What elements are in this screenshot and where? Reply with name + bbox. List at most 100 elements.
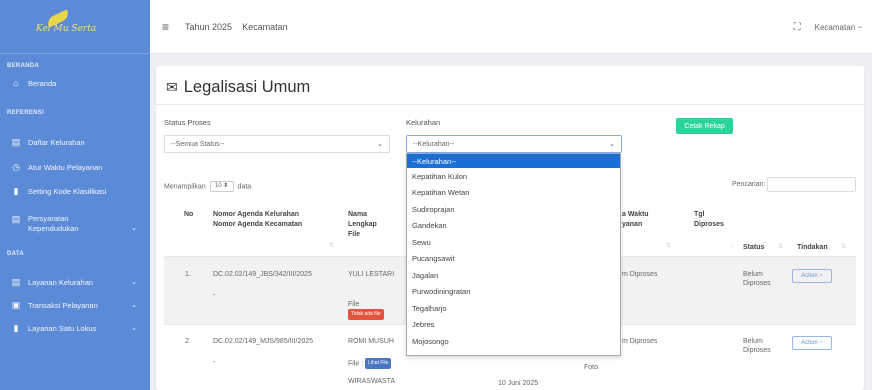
entries-select[interactable]: 10 ⬍	[209, 181, 234, 192]
search-input[interactable]	[767, 177, 856, 192]
view-file-badge[interactable]: Lihat File	[365, 358, 392, 369]
header-status[interactable]: Status	[743, 243, 764, 252]
area-label: Kecamatan	[242, 21, 288, 32]
logo-text: Kel Mu Serta	[36, 23, 97, 34]
sidebar-item-label: Atur Waktu Pelayanan	[28, 162, 103, 172]
sidebar-item-layanan-kelurahan[interactable]: ▤ Layanan Kelurahan ⌄	[0, 272, 150, 292]
list-icon: ▤	[11, 136, 21, 147]
logo-image: Kel Mu Serta	[32, 8, 118, 40]
action-button[interactable]: Action ~	[792, 269, 832, 283]
sort-icon[interactable]: ⇅	[329, 242, 334, 249]
dropdown-option[interactable]: Kepatihan Kulon	[407, 168, 620, 185]
header-no[interactable]: No	[184, 210, 193, 219]
sidebar-item-setting-kode[interactable]: ▮ Setting Kode Klasifikasi	[0, 181, 150, 201]
sidebar-item-atur-waktu[interactable]: ◷ Atur Waktu Pelayanan	[0, 157, 150, 177]
header-agenda-kec: Nomor Agenda Kecamatan	[213, 221, 303, 228]
header-lengkap: Lengkap	[348, 221, 377, 228]
header-nama[interactable]: Nama	[348, 210, 367, 219]
chevron-down-icon: ⌄	[377, 141, 383, 148]
chevron-down-icon: ⌄	[131, 279, 137, 286]
show-suffix: data	[237, 183, 252, 191]
chevron-down-icon: ⌄	[131, 225, 137, 232]
row-waktu: m Diproses	[622, 271, 658, 278]
row-file-label: File :	[348, 360, 364, 368]
envelope-icon: ✉	[166, 79, 178, 95]
dropdown-option[interactable]: Pucangsawit	[407, 251, 620, 268]
file-icon: ▮	[13, 185, 19, 196]
fullscreen-icon[interactable]: ⛶	[794, 22, 801, 33]
sort-icon[interactable]: ⇅	[778, 243, 783, 250]
section-referensi: REFERENSI	[7, 110, 45, 116]
sidebar-item-label: Transaksi Pelayanan	[28, 300, 98, 310]
user-menu[interactable]: Kecamatan ~	[815, 23, 862, 32]
sidebar-item-daftar-kelurahan[interactable]: ▤ Daftar Kelurahan	[0, 132, 150, 152]
chevron-down-icon: ⌄	[609, 141, 615, 148]
row-waktu: m Diproses	[622, 338, 658, 345]
row-no: 1.	[185, 271, 191, 278]
page-title: ✉ Legalisasi Umum	[166, 78, 310, 97]
row-pekerjaan: WIRASWASTA	[348, 378, 396, 385]
home-icon: ⌂	[13, 78, 19, 88]
status-select[interactable]: --Semua Status-- ⌄	[164, 135, 390, 153]
list-icon: ▤	[11, 214, 21, 224]
dropdown-option[interactable]: Sewu	[407, 234, 620, 251]
row-status-1: Belum	[743, 338, 763, 345]
dropdown-option[interactable]: Gandekan	[407, 218, 620, 235]
sidebar-item-beranda[interactable]: ⌂ Beranda	[0, 73, 150, 93]
menu-icon[interactable]: ≡	[162, 20, 169, 34]
kelurahan-label: Kelurahan	[406, 118, 441, 127]
dropdown-option[interactable]: Mojosongo	[407, 333, 620, 350]
header-tindakan[interactable]: Tindakan	[797, 243, 828, 252]
header-diproses: Diproses	[694, 221, 724, 228]
topbar: ≡ Tahun 2025 Kecamatan ⛶ Kecamatan ~	[150, 0, 872, 54]
kelurahan-dropdown-list[interactable]: --Kelurahan-- Kepatihan Kulon Kepatihan …	[406, 153, 621, 356]
sort-icon[interactable]: ⇅	[841, 243, 846, 250]
page-title-text: Legalisasi Umum	[183, 78, 311, 96]
header-agenda-kel[interactable]: Nomor Agenda Kelurahan	[213, 210, 299, 219]
sidebar-item-label: Layanan Kelurahan	[28, 277, 94, 287]
sort-icon[interactable]: ⇅	[666, 242, 671, 249]
sidebar-item-transaksi[interactable]: ▣ Transaksi Pelayanan ⌄	[0, 295, 150, 315]
show-entries: Menampilkan 10 ⬍ data	[164, 181, 251, 192]
logo[interactable]: Kel Mu Serta	[0, 0, 150, 54]
topbar-right: ⛶ Kecamatan ~	[794, 0, 862, 54]
sort-icon[interactable]: ↓	[731, 243, 734, 249]
row-tanggal: 10 Juni 2025	[498, 380, 539, 387]
row-nama: ROMI MUSUH	[348, 338, 394, 345]
sidebar-item-label: Persyaratan Kependudukan	[28, 214, 79, 233]
action-button[interactable]: Action ~	[792, 336, 832, 350]
status-select-value: --Semua Status--	[171, 140, 225, 148]
dropdown-option[interactable]: Jebres	[407, 317, 620, 334]
year-label: Tahun 2025	[185, 21, 233, 32]
dropdown-option[interactable]: Jagalan	[407, 267, 620, 284]
status-label: Status Proses	[164, 118, 211, 127]
book-icon: ▮	[13, 322, 19, 333]
card-icon: ▣	[11, 299, 21, 310]
row-nama: YULI LESTARI	[348, 271, 395, 278]
entries-value: 10	[214, 183, 222, 189]
row-file: Tidak ada file	[348, 309, 384, 320]
row-no: 2.	[185, 338, 191, 345]
sidebar: Kel Mu Serta BERANDA ⌂ Beranda REFERENSI…	[0, 0, 150, 390]
sidebar-item-label: Layanan Satu Lokus	[28, 323, 97, 333]
header-file: File	[348, 231, 361, 238]
search-label: Pencarian:	[732, 181, 766, 188]
row-file: File : Lihat File	[348, 358, 392, 369]
chevron-down-icon: ⌄	[131, 325, 137, 332]
kelurahan-select[interactable]: --Kelurahan-- ⌄	[406, 135, 622, 153]
header-waktu[interactable]: a Waktu	[622, 210, 649, 219]
sidebar-item-satu-lokus[interactable]: ▮ Layanan Satu Lokus ⌄	[0, 318, 150, 338]
section-data: DATA	[7, 251, 24, 257]
dropdown-option[interactable]: Tegalharjo	[407, 300, 620, 317]
dropdown-option[interactable]: Sudiroprajan	[407, 201, 620, 218]
header-tgl[interactable]: Tgl	[694, 210, 705, 219]
sidebar-item-label: Beranda	[28, 78, 57, 88]
dropdown-option[interactable]: Kepatihan Wetan	[407, 185, 620, 202]
row-status-1: Belum	[743, 271, 763, 278]
show-prefix: Menampilkan	[164, 183, 206, 191]
sidebar-item-persyaratan[interactable]: ▤ Persyaratan Kependudukan ⌄	[0, 210, 150, 238]
row-foto: Foto	[584, 364, 599, 371]
dropdown-option[interactable]: Purwodiningratan	[407, 284, 620, 301]
print-recap-button[interactable]: Cetak Rekap	[676, 118, 733, 134]
dropdown-option-selected[interactable]: --Kelurahan--	[407, 154, 620, 168]
